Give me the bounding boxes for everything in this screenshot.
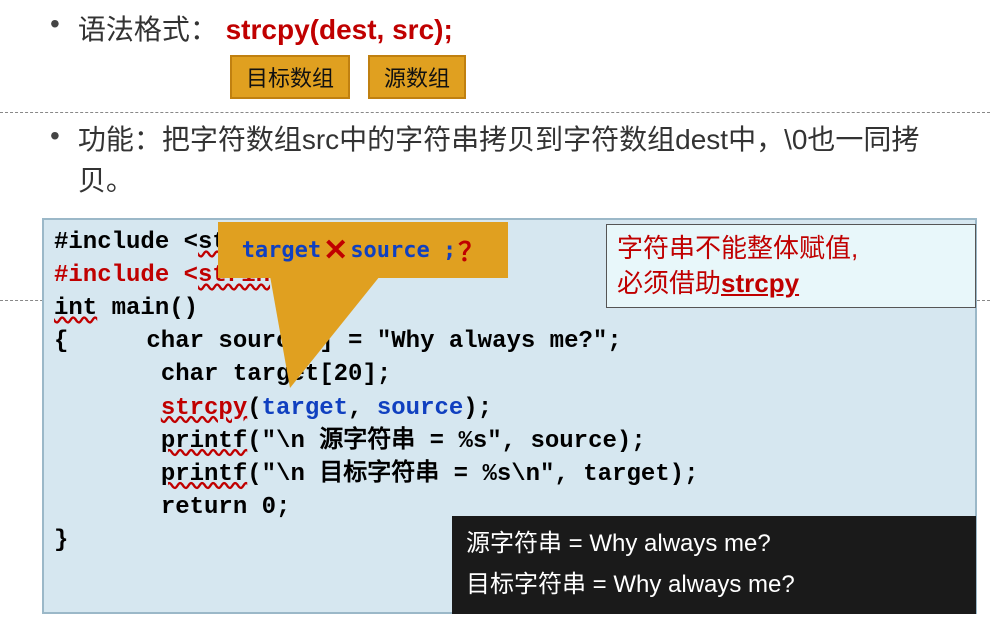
note-box: 字符串不能整体赋值, 必须借助strcpy [606, 224, 976, 308]
tag-dest: 目标数组 [230, 55, 350, 99]
output-console: 源字符串 = Why always me? 目标字符串 = Why always… [452, 516, 976, 614]
code-text: source [377, 395, 463, 422]
output-line: 源字符串 = Why always me? [466, 524, 962, 565]
code-text: ("\n 源字符串 = %s", source); [247, 428, 645, 455]
function-text: 把字符数组src中的字符串拷贝到字符数组dest中，\0也一同拷贝。 [78, 124, 920, 196]
callout-target: target [242, 238, 321, 263]
code-text: , [348, 395, 377, 422]
output-line: 目标字符串 = Why always me? [466, 565, 962, 606]
code-text: printf [161, 461, 247, 488]
code-text: target [262, 395, 348, 422]
bullet-dot: • [50, 8, 60, 40]
callout-bubble: target ✕ source ; ？ [218, 222, 508, 278]
note-text: 字符串不能整体赋值, [617, 233, 858, 263]
code-text: #include < [54, 262, 198, 289]
callout-tail [270, 276, 380, 388]
code-text: ); [463, 395, 492, 422]
cross-icon: ✕ [323, 233, 348, 268]
code-text: printf [161, 428, 247, 455]
code-text: ("\n 目标字符串 = %s\n", target); [247, 461, 698, 488]
bullet-function: • 功能：把字符数组src中的字符串拷贝到字符数组dest中，\0也一同拷贝。 [50, 120, 930, 201]
tag-src: 源数组 [368, 55, 466, 99]
note-strcpy: strcpy [721, 268, 799, 298]
syntax-call: strcpy(dest, src); [226, 14, 453, 45]
code-text: main() [97, 295, 198, 322]
callout-source: source ; [350, 238, 456, 263]
code-text: return 0; [161, 494, 291, 521]
callout-question: ？ [458, 232, 484, 269]
param-tags: 目标数组 源数组 [230, 55, 466, 99]
code-text: { [54, 328, 68, 355]
code-text: #include < [54, 229, 198, 256]
bullet-dot: • [50, 120, 60, 152]
syntax-label: 语法格式： [78, 14, 218, 45]
code-text: } [54, 527, 68, 554]
note-text: 必须借助 [617, 268, 721, 298]
divider [0, 112, 990, 113]
code-text: strcpy [161, 395, 247, 422]
code-text: ( [247, 395, 261, 422]
code-text: int [54, 295, 97, 322]
bullet-syntax: • 语法格式： strcpy(dest, src); [50, 8, 453, 48]
function-label: 功能： [78, 124, 162, 155]
